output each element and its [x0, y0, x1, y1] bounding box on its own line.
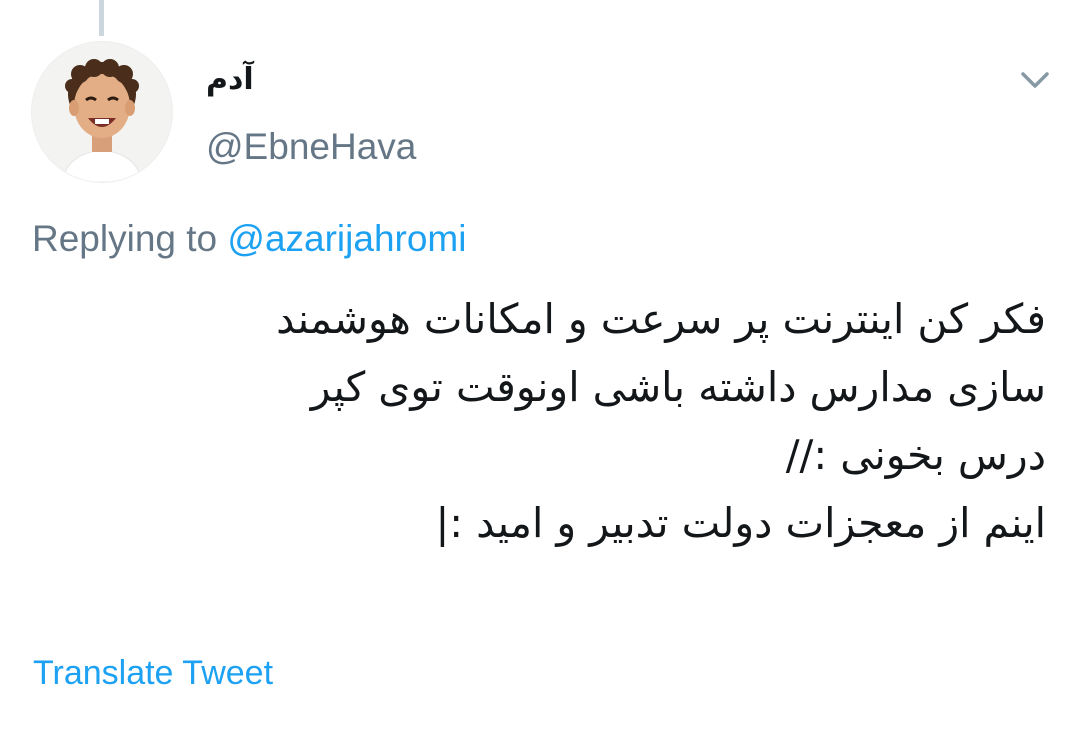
tweet-card[interactable]: آدم @EbneHava Replying to @azarijahromi … — [0, 0, 1079, 737]
user-handle[interactable]: @EbneHava — [206, 126, 416, 168]
display-name[interactable]: آدم — [206, 62, 254, 97]
child-avatar-photo-icon — [32, 42, 172, 182]
chevron-down-icon[interactable] — [1015, 64, 1055, 96]
translate-tweet-link[interactable]: Translate Tweet — [33, 654, 273, 693]
avatar[interactable] — [31, 41, 173, 183]
replying-prefix: Replying to — [32, 218, 228, 259]
reply-mention-link[interactable]: @azarijahromi — [227, 218, 466, 259]
tweet-text-line: اینم از معجزات دولت تدبیر و امید :| — [435, 499, 1046, 547]
tweet-text-line: درس بخونی :// — [785, 431, 1046, 479]
tweet-text-line: سازی مدارس داشته باشی اونوقت توی کپر — [310, 363, 1046, 411]
tweet-text-line: فکر کن اینترنت پر سرعت و امکانات هوشمند — [276, 295, 1046, 343]
tweet-text: فکر کن اینترنت پر سرعت و امکانات هوشمند … — [36, 285, 1046, 557]
thread-connector-line — [99, 0, 104, 36]
replying-to-line: Replying to @azarijahromi — [32, 218, 466, 260]
